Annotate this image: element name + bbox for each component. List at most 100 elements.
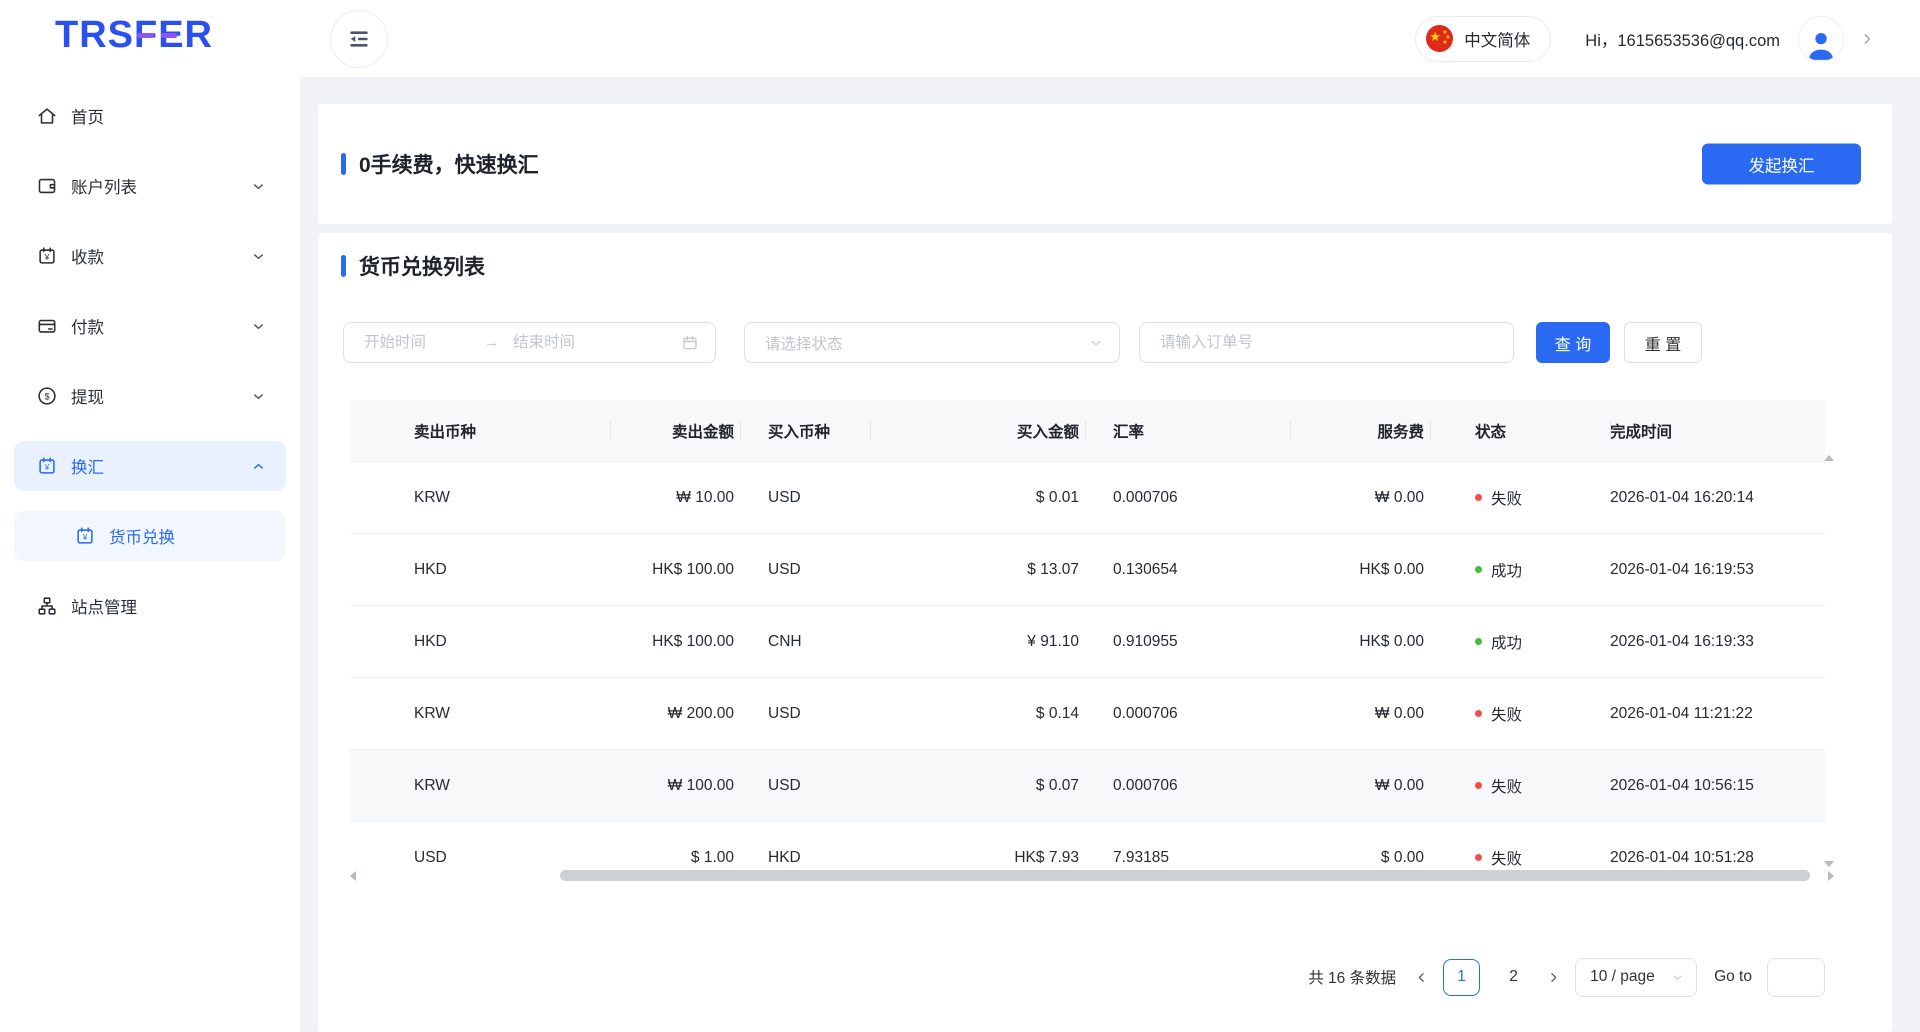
table-header: 卖出币种 卖出金额 买入币种 买入金额 汇率 服务费 状态 完成时间 <box>350 400 1825 462</box>
table-row[interactable]: HKD HK$ 100.00 CNH ¥ 91.10 0.910955 HK$ … <box>350 606 1825 678</box>
scroll-down-arrow[interactable] <box>1824 861 1834 867</box>
status-text: 失败 <box>1491 847 1522 869</box>
cell-status: 失败 <box>1430 462 1610 533</box>
cell-status: 失败 <box>1430 750 1610 821</box>
status-text: 成功 <box>1491 559 1522 581</box>
logo-accent-bar-e <box>161 33 177 38</box>
cell-rate: 0.910955 <box>1085 606 1290 677</box>
sitemap-icon <box>36 595 58 617</box>
credit-card-icon <box>36 315 58 337</box>
sidebar-item-home[interactable]: 首页 <box>14 91 286 141</box>
sidebar-collapse-button[interactable] <box>330 10 388 68</box>
cell-sell-currency: KRW <box>350 678 610 749</box>
sidebar-item-withdraw[interactable]: $ 提现 <box>14 371 286 421</box>
home-icon <box>36 105 58 127</box>
sidebar-item-label: 首页 <box>71 104 266 128</box>
cell-buy-amount: ¥ 91.10 <box>870 606 1085 677</box>
chevron-down-icon <box>1089 336 1103 350</box>
cell-status: 成功 <box>1430 606 1610 677</box>
cell-buy-amount: $ 0.01 <box>870 462 1085 533</box>
currency-exchange-icon: ¥ <box>36 455 58 477</box>
horizontal-scrollbar[interactable] <box>350 869 1834 883</box>
main-content: 0手续费，快速换汇 发起换汇 货币兑换列表 → 请选择状态 <box>300 77 1920 1032</box>
chevron-down-icon <box>251 249 266 264</box>
table-row[interactable]: KRW ₩ 200.00 USD $ 0.14 0.000706 ₩ 0.00 … <box>350 678 1825 750</box>
pagination-page-2[interactable]: 2 <box>1495 959 1532 996</box>
cell-sell-currency: KRW <box>350 750 610 821</box>
order-number-field <box>1139 322 1514 363</box>
cell-buy-amount: $ 13.07 <box>870 534 1085 605</box>
cell-buy-currency: USD <box>740 462 870 533</box>
cell-fee: ₩ 0.00 <box>1290 750 1430 821</box>
sidebar: 首页 账户列表 ¥ 收款 付款 <box>0 77 300 1032</box>
sidebar-item-accounts[interactable]: 账户列表 <box>14 161 286 211</box>
currency-exchange-icon: ¥ <box>74 525 96 547</box>
topbar-right: ★★★★ 中文简体 Hi，1615653536@qq.com <box>1415 0 1874 77</box>
sidebar-item-label: 货币兑换 <box>109 524 266 548</box>
pagination-total: 共 16 条数据 <box>1308 966 1396 988</box>
end-date-input[interactable] <box>513 334 631 352</box>
status-dot <box>1475 782 1482 789</box>
calendar-icon <box>681 334 699 352</box>
scroll-right-arrow[interactable] <box>1828 871 1834 881</box>
start-date-input[interactable] <box>364 334 482 352</box>
accent-bar <box>341 255 346 277</box>
status-select-placeholder: 请选择状态 <box>765 332 843 354</box>
chevron-right-icon[interactable] <box>1860 32 1874 46</box>
svg-text:¥: ¥ <box>82 533 88 542</box>
svg-text:$: $ <box>44 391 49 401</box>
pagination-next-button[interactable] <box>1547 971 1560 984</box>
order-number-input[interactable] <box>1160 334 1497 352</box>
reset-button[interactable]: 重 置 <box>1624 322 1702 363</box>
cell-status: 成功 <box>1430 534 1610 605</box>
cell-finish-time: 2026-01-04 16:19:33 <box>1610 606 1825 677</box>
cell-buy-amount: $ 0.07 <box>870 750 1085 821</box>
status-select[interactable]: 请选择状态 <box>744 322 1120 363</box>
sidebar-item-label: 站点管理 <box>71 594 266 618</box>
cell-status: 失败 <box>1430 678 1610 749</box>
col-finish-time: 完成时间 <box>1610 400 1825 461</box>
cell-rate: 0.000706 <box>1085 750 1290 821</box>
scroll-up-arrow[interactable] <box>1824 455 1834 461</box>
table-row[interactable]: HKD HK$ 100.00 USD $ 13.07 0.130654 HK$ … <box>350 534 1825 606</box>
pagination-prev-button[interactable] <box>1415 971 1428 984</box>
table-body: KRW ₩ 10.00 USD $ 0.01 0.000706 ₩ 0.00 失… <box>350 462 1825 884</box>
chevron-down-icon <box>251 179 266 194</box>
pagination-page-1[interactable]: 1 <box>1443 959 1480 996</box>
cell-buy-currency: USD <box>740 534 870 605</box>
chevron-down-icon <box>1671 971 1684 984</box>
list-title-text: 货币兑换列表 <box>359 251 485 281</box>
chevron-down-icon <box>251 319 266 334</box>
goto-page-input[interactable] <box>1768 959 1824 996</box>
sidebar-item-pay[interactable]: 付款 <box>14 301 286 351</box>
start-exchange-button[interactable]: 发起换汇 <box>1702 144 1861 185</box>
status-dot <box>1475 710 1482 717</box>
sidebar-item-exchange[interactable]: ¥ 换汇 <box>14 441 286 491</box>
sidebar-item-receive[interactable]: ¥ 收款 <box>14 231 286 281</box>
sidebar-item-site-management[interactable]: 站点管理 <box>14 581 286 631</box>
horizontal-scrollbar-thumb[interactable] <box>560 870 1810 881</box>
goto-page-field <box>1767 958 1825 997</box>
avatar[interactable] <box>1798 16 1844 62</box>
search-button[interactable]: 查 询 <box>1536 322 1610 363</box>
status-dot <box>1475 566 1482 573</box>
app-logo[interactable]: TRSFER <box>55 13 213 59</box>
col-buy-amount: 买入金额 <box>870 400 1085 461</box>
svg-text:¥: ¥ <box>44 253 50 262</box>
vertical-scrollbar[interactable] <box>1821 455 1835 867</box>
filter-bar: → 请选择状态 查 询 重 置 <box>343 322 1702 363</box>
cell-buy-currency: CNH <box>740 606 870 677</box>
scroll-left-arrow[interactable] <box>350 871 356 881</box>
status-dot <box>1475 494 1482 501</box>
page-size-select[interactable]: 10 / page <box>1575 958 1697 997</box>
table-row[interactable]: KRW ₩ 10.00 USD $ 0.01 0.000706 ₩ 0.00 失… <box>350 462 1825 534</box>
sidebar-item-label: 付款 <box>71 314 251 338</box>
table-row[interactable]: KRW ₩ 100.00 USD $ 0.07 0.000706 ₩ 0.00 … <box>350 750 1825 822</box>
sidebar-item-currency-exchange[interactable]: ¥ 货币兑换 <box>14 511 286 561</box>
date-range-picker[interactable]: → <box>343 322 716 363</box>
banner-title: 0手续费，快速换汇 <box>341 149 539 179</box>
dollar-circle-icon: $ <box>36 385 58 407</box>
language-selector[interactable]: ★★★★ 中文简体 <box>1415 16 1551 62</box>
pagination: 共 16 条数据 1 2 10 / page Go to <box>1308 957 1825 997</box>
col-sell-currency: 卖出币种 <box>350 400 610 461</box>
